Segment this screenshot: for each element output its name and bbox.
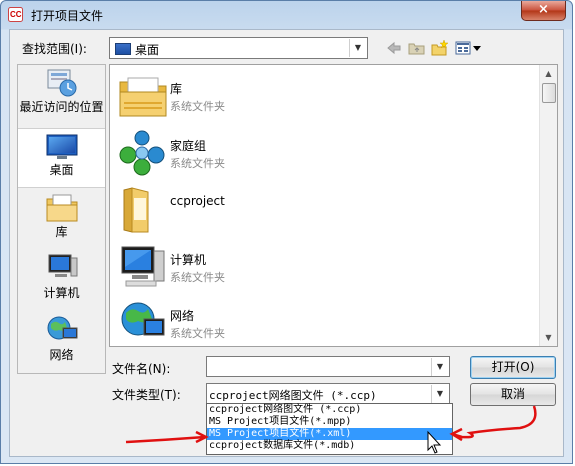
file-name: 计算机 — [170, 253, 207, 267]
file-name: 网络 — [170, 309, 195, 323]
scroll-thumb[interactable] — [542, 83, 556, 103]
computer-icon — [48, 254, 77, 277]
file-name: 家庭组 — [170, 139, 207, 153]
places-sidebar: 最近访问的位置 桌面 库 计算机 网络 — [17, 64, 106, 374]
sidebar-item-label: 桌面 — [49, 163, 74, 177]
file-type: 系统文件夹 — [170, 327, 225, 340]
filetype-dropdown-list[interactable]: ccproject网络图文件 (*.ccp) MS Project项目文件(*.… — [206, 403, 453, 455]
filename-combobox[interactable]: ▼ — [206, 356, 450, 377]
title-bar: CC 打开项目文件 × — [1, 1, 572, 29]
scroll-down-icon[interactable]: ▼ — [540, 329, 557, 346]
dropdown-option-xml[interactable]: MS Project项目文件(*.xml) — [207, 428, 452, 440]
sidebar-item-network[interactable]: 网络 — [18, 314, 105, 362]
libraries-icon — [46, 194, 77, 222]
network-icon — [47, 316, 77, 340]
network-icon — [121, 302, 165, 336]
scroll-up-icon[interactable]: ▲ — [540, 65, 557, 82]
dropdown-option-mpp[interactable]: MS Project项目文件(*.mpp) — [207, 416, 452, 428]
sidebar-item-label: 网络 — [49, 348, 74, 362]
dropdown-option-mdb[interactable]: ccproject数据库文件(*.mdb) — [207, 440, 452, 452]
sidebar-item-recent[interactable]: 最近访问的位置 — [18, 68, 105, 114]
app-icon: CC — [8, 7, 23, 22]
file-name: ccproject — [170, 194, 225, 208]
lookin-value: 桌面 — [135, 43, 160, 57]
homegroup-icon — [119, 130, 165, 176]
list-item[interactable]: ccproject — [118, 186, 418, 238]
window-title: 打开项目文件 — [31, 9, 104, 23]
chevron-down-icon[interactable]: ▼ — [349, 39, 366, 57]
list-item[interactable]: 计算机 系统文件夹 — [118, 243, 418, 295]
close-button[interactable]: × — [521, 1, 566, 21]
list-item[interactable]: 库 系统文件夹 — [118, 72, 418, 124]
up-folder-icon[interactable] — [408, 40, 426, 56]
list-item[interactable]: 网络 系统文件夹 — [118, 299, 418, 346]
sidebar-item-libraries[interactable]: 库 — [18, 191, 105, 239]
desktop-small-icon — [115, 43, 131, 55]
sidebar-item-desktop[interactable]: 桌面 — [18, 128, 105, 188]
open-button[interactable]: 打开(O) — [470, 356, 556, 379]
filetype-value: ccproject网络图文件 (*.ccp) — [209, 389, 377, 402]
filetype-combobox[interactable]: ccproject网络图文件 (*.ccp) ▼ — [206, 383, 450, 404]
folder-icon — [123, 187, 149, 233]
filename-label: 文件名(N): — [112, 362, 171, 376]
list-item[interactable]: 家庭组 系统文件夹 — [118, 129, 418, 181]
cancel-button[interactable]: 取消 — [470, 383, 556, 406]
file-list[interactable]: 库 系统文件夹 家庭组 系统文件夹 ccproject 计算机 系统文件夹 网络… — [109, 64, 558, 347]
computer-icon — [121, 246, 165, 287]
sidebar-item-computer[interactable]: 计算机 — [18, 252, 105, 300]
sidebar-item-label: 计算机 — [43, 286, 80, 300]
chevron-down-icon[interactable]: ▼ — [431, 385, 448, 403]
libraries-folder-icon — [119, 77, 167, 117]
svg-text:CC: CC — [10, 10, 22, 19]
chevron-down-icon[interactable]: ▼ — [431, 358, 448, 376]
view-menu-icon[interactable] — [455, 40, 483, 56]
sidebar-item-label: 最近访问的位置 — [19, 100, 104, 114]
lookin-label: 查找范围(I): — [22, 42, 87, 56]
file-type: 系统文件夹 — [170, 100, 225, 113]
desktop-icon — [46, 134, 77, 159]
dropdown-option-ccp[interactable]: ccproject网络图文件 (*.ccp) — [207, 404, 452, 416]
back-arrow-icon[interactable] — [386, 40, 402, 56]
vertical-scrollbar[interactable]: ▲ ▼ — [539, 65, 557, 346]
sidebar-item-label: 库 — [55, 225, 68, 239]
lookin-combobox[interactable]: 桌面 ▼ — [109, 37, 368, 59]
file-type: 系统文件夹 — [170, 157, 225, 170]
filetype-label: 文件类型(T): — [112, 388, 181, 402]
close-icon: × — [538, 2, 549, 17]
recent-places-icon — [47, 69, 76, 97]
file-type: 系统文件夹 — [170, 271, 225, 284]
new-folder-icon[interactable] — [431, 40, 449, 56]
file-name: 库 — [170, 82, 183, 96]
